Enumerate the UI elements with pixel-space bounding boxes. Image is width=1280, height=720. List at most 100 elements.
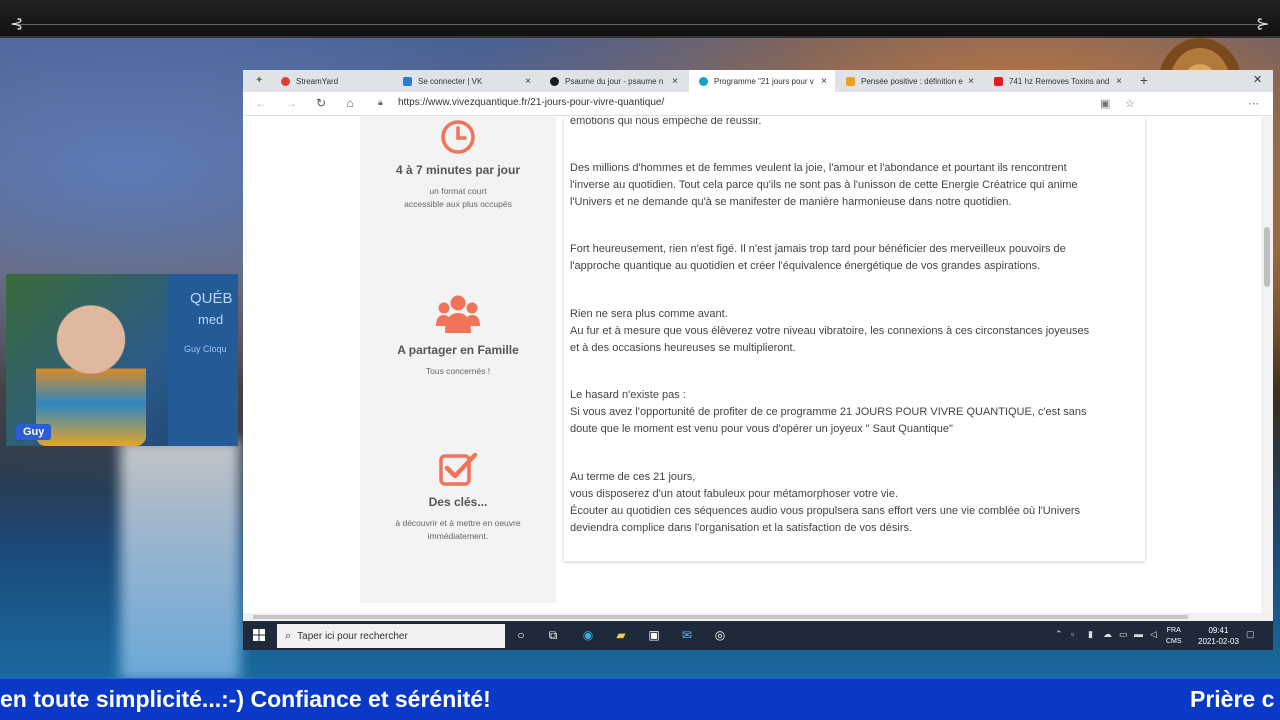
paragraph-rien-ne-sera: Rien ne sera plus comme avant. Au fur et… xyxy=(570,306,1139,357)
waterfall-image xyxy=(120,440,240,680)
tab-close-icon[interactable]: × xyxy=(1116,76,1122,87)
network-icon[interactable]: ▭ xyxy=(1119,629,1128,640)
address-bar: ← → ↻ ⌂ 🔒︎ https://www.vivezquantique.fr… xyxy=(243,92,1273,116)
cloud-icon[interactable]: ☁ xyxy=(1103,629,1112,640)
feature-desc-line: accessible aux plus occupés xyxy=(404,199,512,209)
tab-youtube[interactable]: 741 hz Removes Toxins and × xyxy=(984,70,1130,92)
webcam-video: QUÉB med Guy Cloqu Guy xyxy=(6,274,238,446)
menu-icon[interactable]: ⋯ xyxy=(1248,97,1259,110)
top-bar-line xyxy=(12,24,1268,25)
feature-desc: Tous concernés ! xyxy=(360,365,556,378)
text-line: l'approche quantique au quotidien et cré… xyxy=(570,260,1041,272)
text-line: et à des occasions heureuses se multipli… xyxy=(570,342,796,354)
lang-code: FRA xyxy=(1166,627,1181,634)
tab-bar: ✦ StreamYard × Se connecter | VK × Psaum… xyxy=(243,70,1273,92)
tab-favicon xyxy=(281,76,290,86)
feature-title: 4 à 7 minutes par jour xyxy=(395,163,521,177)
tab-psaume[interactable]: Psaume du jour - psaume n × xyxy=(540,70,686,92)
notification-icon[interactable]: ▢ xyxy=(1246,629,1255,640)
tab-pensee[interactable]: Pensée positive : définition e × xyxy=(836,70,982,92)
tab-close-icon[interactable]: × xyxy=(525,76,531,87)
banner-text-1: QUÉB xyxy=(190,290,233,307)
store-icon[interactable]: ▣ xyxy=(645,626,663,644)
windows-taskbar: ⌕ Taper ici pour rechercher ○ ⧉ ◉ ▰ ▣ ✉ … xyxy=(243,621,1273,650)
scrollbar-thumb[interactable] xyxy=(1264,227,1270,287)
content-card: émotions qui nous empêche de réussir. De… xyxy=(564,117,1145,561)
dell-icon[interactable]: ◎ xyxy=(711,626,729,644)
new-tab-button[interactable]: + xyxy=(1136,72,1152,88)
webcam-name-tag: Guy xyxy=(16,424,52,440)
tab-favicon xyxy=(550,76,559,86)
presenter xyxy=(36,304,146,446)
left-knob-icon: ⊰ xyxy=(10,16,24,33)
tab-programme[interactable]: Programme "21 jours pour v × xyxy=(689,70,835,92)
file-explorer-icon[interactable]: ▰ xyxy=(612,626,630,644)
puzzle-icon[interactable]: ✦ xyxy=(255,75,263,86)
feature-title: Des clés... xyxy=(428,495,488,509)
tab-favicon xyxy=(994,76,1003,86)
text-line: Des millions d'hommes et de femmes veule… xyxy=(570,162,1067,174)
feature-desc-line: à découvrir et à mettre en oeuvre xyxy=(395,518,521,528)
refresh-icon[interactable]: ↻ xyxy=(313,96,329,110)
battery-icon[interactable]: ▬ xyxy=(1134,629,1143,639)
text-line: Fort heureusement, rien n'est figé. Il n… xyxy=(570,243,1066,255)
reader-icon[interactable]: ▣ xyxy=(1100,97,1110,110)
paragraph-intro-end: émotions qui nous empêche de réussir. xyxy=(570,117,1139,130)
text-line: doute que le moment est venu pour vous d… xyxy=(570,423,953,435)
volume-icon[interactable]: ◁ xyxy=(1150,629,1157,640)
ticker-text: en toute simplicité...:-) Confiance et s… xyxy=(0,686,491,712)
window-close-icon[interactable]: ✕ xyxy=(1253,73,1262,86)
tab-label: Pensée positive : définition e xyxy=(861,76,963,86)
url-field[interactable]: https://www.vivezquantique.fr/21-jours-p… xyxy=(398,97,664,108)
text-line: Rien ne sera plus comme avant. xyxy=(570,308,728,320)
tab-label: Se connecter | VK xyxy=(418,76,483,86)
tray-app-icon[interactable]: ▫ xyxy=(1071,629,1074,639)
right-knob-icon: ⊱ xyxy=(1256,16,1270,33)
search-icon: ⌕ xyxy=(285,629,292,642)
windows-start-icon[interactable] xyxy=(253,629,265,641)
tab-close-icon[interactable]: × xyxy=(821,76,827,87)
tab-vk[interactable]: Se connecter | VK × xyxy=(393,70,539,92)
text-line: Le hasard n'existe pas : xyxy=(570,389,686,401)
task-view-icon[interactable]: ⧉ xyxy=(544,626,562,644)
text-line: Écouter au quotidien ces séquences audio… xyxy=(570,505,1081,517)
tab-label: Psaume du jour - psaume n xyxy=(565,76,664,86)
web-page: 4 à 7 minutes par jour un format court a… xyxy=(243,117,1273,613)
feature-duration: 4 à 7 minutes par jour un format court a… xyxy=(360,119,556,211)
tray-usb-icon[interactable]: ▮ xyxy=(1088,629,1093,640)
favorite-icon[interactable]: ☆ xyxy=(1125,97,1135,110)
home-icon[interactable]: ⌂ xyxy=(342,96,358,110)
keyboard-code: CMS xyxy=(1166,638,1182,645)
mail-icon[interactable]: ✉ xyxy=(678,626,696,644)
text-line: l'Univers et ne demande qu'à se manifest… xyxy=(570,196,1012,208)
features-column: 4 à 7 minutes par jour un format court a… xyxy=(360,117,556,603)
horizontal-scrollbar[interactable] xyxy=(243,613,1273,621)
text-line: Au fur et à mesure que vous élèverez vot… xyxy=(570,325,1090,337)
tray-chevron-icon[interactable]: ⌃ xyxy=(1055,629,1063,640)
cortana-icon[interactable]: ○ xyxy=(512,626,530,644)
paragraph-au-terme: Au terme de ces 21 jours, vous disposere… xyxy=(570,469,1139,537)
scrollbar-thumb[interactable] xyxy=(253,615,1188,619)
feature-desc-line: un format court xyxy=(429,186,487,196)
taskbar-search-box[interactable]: ⌕ Taper ici pour rechercher xyxy=(277,624,505,648)
feature-keys: Des clés... à découvrir et à mettre en o… xyxy=(360,451,556,543)
tab-favicon xyxy=(403,76,412,86)
feature-title: A partager en Famille xyxy=(397,343,519,357)
group-icon xyxy=(436,295,480,333)
edge-icon[interactable]: ◉ xyxy=(579,626,597,644)
back-icon[interactable]: ← xyxy=(253,96,269,110)
tab-close-icon[interactable]: × xyxy=(968,76,974,87)
forward-icon[interactable]: → xyxy=(283,96,299,110)
clock-time: 09:41 xyxy=(1208,626,1229,635)
paragraph-fort-heureusement: Fort heureusement, rien n'est figé. Il n… xyxy=(570,241,1139,275)
clock-icon xyxy=(441,120,475,154)
taskbar-clock[interactable]: 09:41 2021-02-03 xyxy=(1198,625,1239,647)
tab-close-icon[interactable]: × xyxy=(672,76,678,87)
language-indicator[interactable]: FRA CMS xyxy=(1166,625,1182,647)
text-line: deviendra complice dans l'organisation e… xyxy=(570,522,913,534)
checkbox-icon xyxy=(439,452,478,486)
browser-window: ✦ StreamYard × Se connecter | VK × Psaum… xyxy=(243,70,1273,650)
banner-text-3: Guy Cloqu xyxy=(184,344,227,354)
vertical-scrollbar[interactable] xyxy=(1261,117,1273,613)
text-line: Si vous avez l'opportunité de profiter d… xyxy=(570,406,1087,418)
